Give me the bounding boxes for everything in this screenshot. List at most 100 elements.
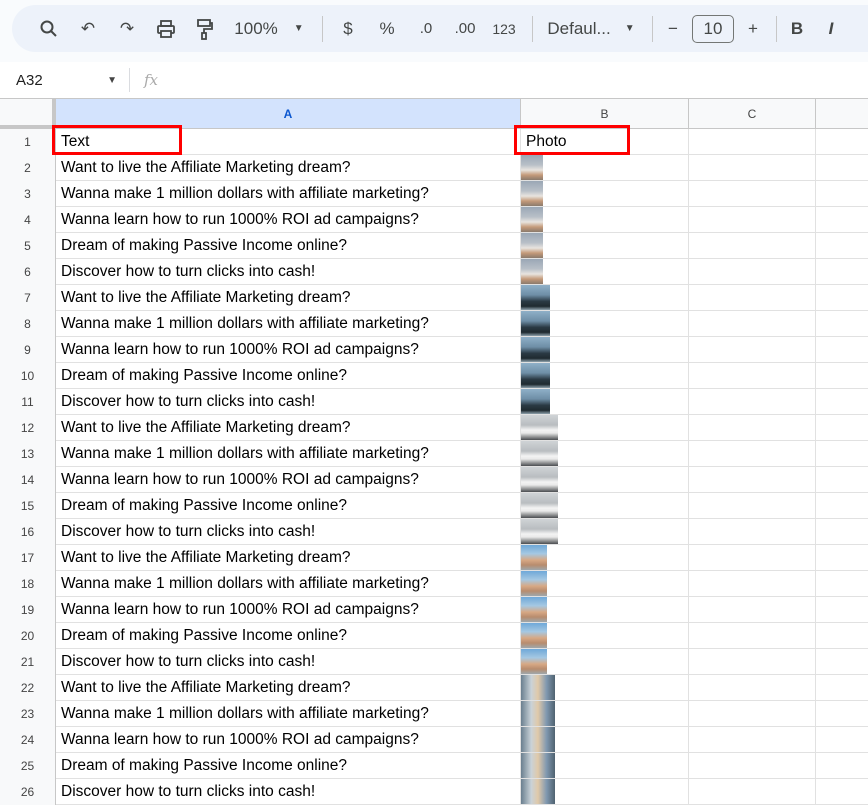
row-number[interactable]: 8	[0, 311, 56, 337]
cell-text[interactable]: Dream of making Passive Income online?	[56, 493, 521, 519]
cell-empty[interactable]	[689, 649, 816, 675]
cell-text[interactable]: Wanna learn how to run 1000% ROI ad camp…	[56, 207, 521, 233]
font-select[interactable]: Defaul... ▼	[543, 13, 639, 45]
cell-empty[interactable]	[689, 597, 816, 623]
cell-empty[interactable]	[689, 623, 816, 649]
cell-photo[interactable]	[521, 311, 689, 337]
increase-font-size-button[interactable]: +	[743, 13, 763, 45]
row-number[interactable]: 6	[0, 259, 56, 285]
cell-text[interactable]: Want to live the Affiliate Marketing dre…	[56, 545, 521, 571]
cell-empty[interactable]	[689, 181, 816, 207]
cell-empty[interactable]	[689, 441, 816, 467]
cell-text[interactable]: Wanna learn how to run 1000% ROI ad camp…	[56, 727, 521, 753]
cell-photo[interactable]	[521, 727, 689, 753]
row-number[interactable]: 4	[0, 207, 56, 233]
cell-photo[interactable]	[521, 701, 689, 727]
increase-decimal-button[interactable]: .00	[450, 13, 480, 45]
font-size-input[interactable]: 10	[692, 14, 734, 43]
cell-photo[interactable]	[521, 649, 689, 675]
cell-photo[interactable]	[521, 233, 689, 259]
cell-empty[interactable]	[689, 779, 816, 805]
decrease-font-size-button[interactable]: −	[663, 13, 683, 45]
cell-photo[interactable]	[521, 415, 689, 441]
cell-text[interactable]: Wanna make 1 million dollars with affili…	[56, 701, 521, 727]
row-number[interactable]: 21	[0, 649, 56, 675]
cell-text[interactable]: Dream of making Passive Income online?	[56, 233, 521, 259]
cell-photo[interactable]	[521, 571, 689, 597]
cell-text[interactable]: Wanna learn how to run 1000% ROI ad camp…	[56, 467, 521, 493]
row-number[interactable]: 17	[0, 545, 56, 571]
cell-empty[interactable]	[689, 233, 816, 259]
row-number[interactable]: 14	[0, 467, 56, 493]
column-header-c[interactable]: C	[689, 98, 816, 129]
cell-text[interactable]: Dream of making Passive Income online?	[56, 623, 521, 649]
cell-photo[interactable]	[521, 207, 689, 233]
undo-icon[interactable]: ↶	[73, 13, 103, 45]
cell-photo[interactable]	[521, 155, 689, 181]
cell-text[interactable]: Discover how to turn clicks into cash!	[56, 259, 521, 285]
italic-button[interactable]: I	[821, 13, 841, 45]
cell-photo[interactable]	[521, 753, 689, 779]
row-number[interactable]: 25	[0, 753, 56, 779]
cell-photo[interactable]	[521, 467, 689, 493]
currency-button[interactable]: $	[333, 13, 363, 45]
cell-text[interactable]: Want to live the Affiliate Marketing dre…	[56, 155, 521, 181]
row-number[interactable]: 13	[0, 441, 56, 467]
row-number[interactable]: 12	[0, 415, 56, 441]
cell-empty[interactable]	[689, 259, 816, 285]
name-box[interactable]: A32 ▼	[0, 68, 130, 92]
row-number[interactable]: 15	[0, 493, 56, 519]
cell-c1[interactable]	[689, 129, 816, 155]
row-number[interactable]: 7	[0, 285, 56, 311]
column-header-d[interactable]	[816, 98, 868, 129]
row-number[interactable]: 10	[0, 363, 56, 389]
cell-text[interactable]: Wanna learn how to run 1000% ROI ad camp…	[56, 597, 521, 623]
select-all-corner[interactable]	[0, 98, 56, 129]
cell-text[interactable]: Discover how to turn clicks into cash!	[56, 649, 521, 675]
cell-empty[interactable]	[689, 337, 816, 363]
row-number[interactable]: 26	[0, 779, 56, 805]
percent-button[interactable]: %	[372, 13, 402, 45]
row-number[interactable]: 19	[0, 597, 56, 623]
cell-text[interactable]: Want to live the Affiliate Marketing dre…	[56, 415, 521, 441]
cell-photo[interactable]	[521, 441, 689, 467]
cell-text[interactable]: Wanna make 1 million dollars with affili…	[56, 571, 521, 597]
formula-input[interactable]	[158, 68, 868, 92]
row-number[interactable]: 11	[0, 389, 56, 415]
cell-empty[interactable]	[689, 467, 816, 493]
cell-photo[interactable]	[521, 545, 689, 571]
number-format-button[interactable]: 123	[489, 13, 519, 45]
cell-photo[interactable]	[521, 181, 689, 207]
cell-photo[interactable]	[521, 675, 689, 701]
cell-empty[interactable]	[689, 571, 816, 597]
row-number[interactable]: 22	[0, 675, 56, 701]
print-icon[interactable]	[151, 13, 181, 45]
cell-text[interactable]: Want to live the Affiliate Marketing dre…	[56, 675, 521, 701]
cell-text[interactable]: Wanna make 1 million dollars with affili…	[56, 181, 521, 207]
cell-photo[interactable]	[521, 493, 689, 519]
cell-empty[interactable]	[689, 545, 816, 571]
decrease-decimal-button[interactable]: .0	[411, 13, 441, 45]
zoom-select[interactable]: 100% ▼	[229, 13, 309, 45]
cell-text[interactable]: Wanna make 1 million dollars with affili…	[56, 441, 521, 467]
cell-empty[interactable]	[689, 675, 816, 701]
row-number[interactable]: 5	[0, 233, 56, 259]
row-number[interactable]: 23	[0, 701, 56, 727]
cell-text[interactable]: Discover how to turn clicks into cash!	[56, 519, 521, 545]
row-number[interactable]: 9	[0, 337, 56, 363]
cell-photo[interactable]	[521, 779, 689, 805]
cell-empty[interactable]	[689, 311, 816, 337]
cell-text[interactable]: Dream of making Passive Income online?	[56, 753, 521, 779]
cell-text[interactable]: Discover how to turn clicks into cash!	[56, 779, 521, 805]
search-icon[interactable]	[34, 13, 64, 45]
bold-button[interactable]: B	[787, 13, 807, 45]
row-number[interactable]: 2	[0, 155, 56, 181]
cell-empty[interactable]	[689, 519, 816, 545]
cell-text[interactable]: Want to live the Affiliate Marketing dre…	[56, 285, 521, 311]
row-number[interactable]: 24	[0, 727, 56, 753]
cell-empty[interactable]	[689, 701, 816, 727]
row-number[interactable]: 20	[0, 623, 56, 649]
cell-text[interactable]: Dream of making Passive Income online?	[56, 363, 521, 389]
cell-empty[interactable]	[689, 285, 816, 311]
cell-photo[interactable]	[521, 597, 689, 623]
